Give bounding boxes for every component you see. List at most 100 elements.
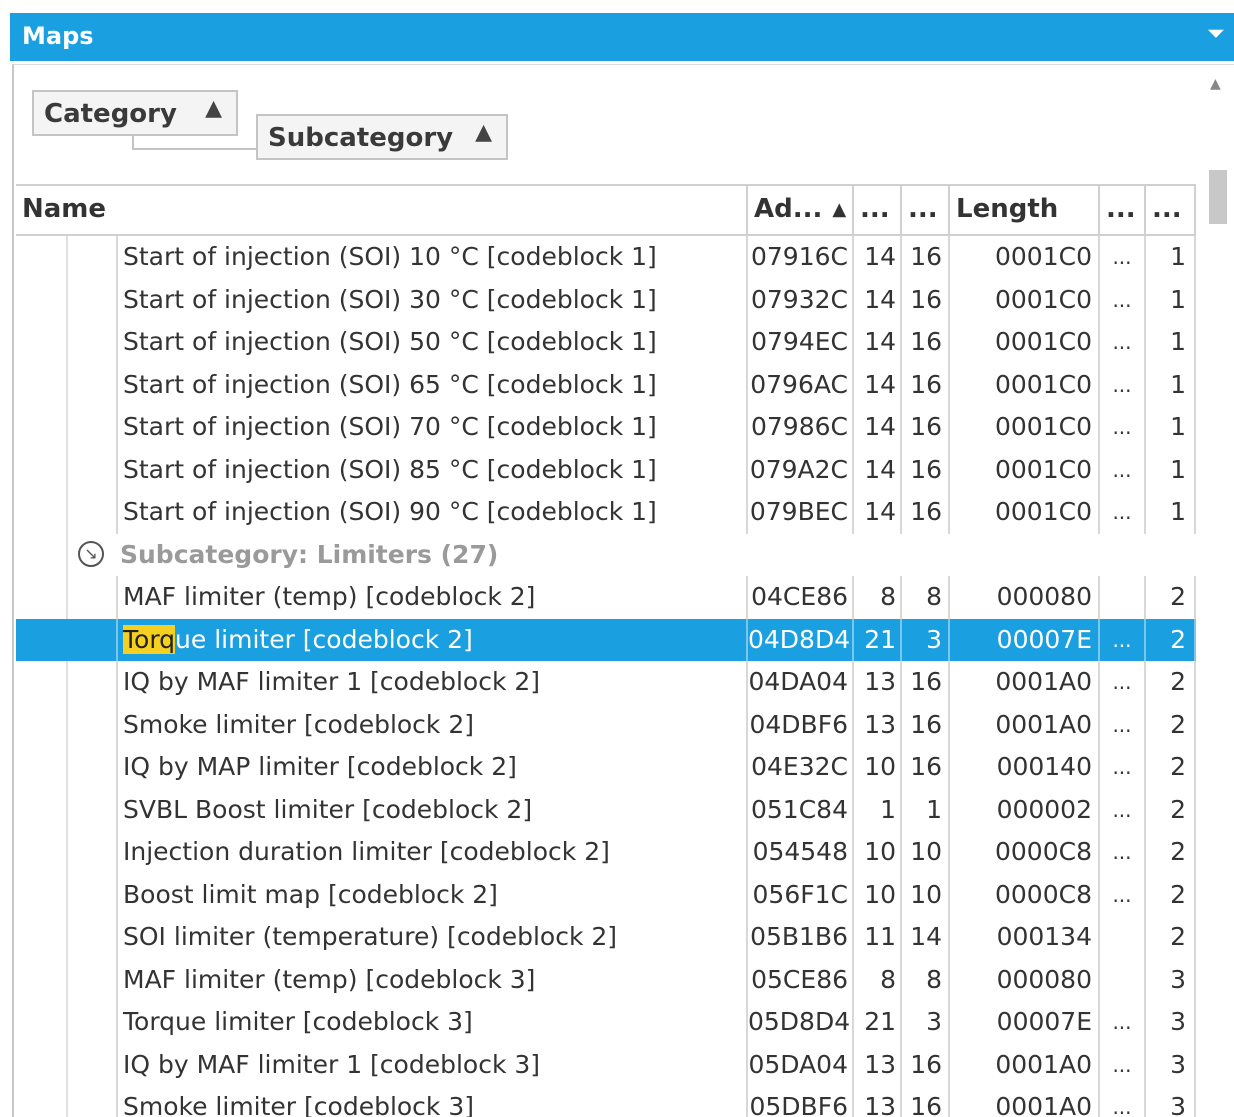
column-header-name[interactable]: Name — [16, 186, 748, 234]
address-cell: 054548 — [748, 831, 854, 874]
table-row[interactable]: Start of injection (SOI) 85 °C [codebloc… — [16, 448, 1196, 491]
group-row-limiters[interactable]: ↘ Subcategory: Limiters (27) — [16, 534, 1196, 577]
column-header-address[interactable]: Ad... ▲ — [748, 186, 854, 234]
col1-cell: 13 — [854, 1043, 902, 1086]
length-cell: 000140 — [950, 746, 1100, 789]
scrollbar-thumb[interactable] — [1209, 170, 1227, 224]
table-row[interactable]: IQ by MAF limiter 1 [codeblock 2] 04DA04 1… — [16, 661, 1196, 704]
col3-cell — [1100, 576, 1146, 619]
table-row[interactable]: Torque limiter [codeblock 2] 04D8D4 21 3 000… — [16, 618, 1196, 661]
length-cell: 000080 — [950, 576, 1100, 619]
address-cell: 05CE86 — [748, 958, 854, 1001]
address-cell: 04E32C — [748, 746, 854, 789]
address-cell: 0794EC — [748, 321, 854, 364]
col2-cell: 10 — [902, 873, 950, 916]
map-name-cell: Torque limiter [codeblock 3] — [116, 1001, 748, 1044]
table-row[interactable]: Start of injection (SOI) 30 °C [codebloc… — [16, 278, 1196, 321]
table-row[interactable]: Injection duration limiter [codeblock 2]… — [16, 831, 1196, 874]
col1-cell: 14 — [854, 491, 902, 534]
column-header-label: ... — [860, 194, 890, 224]
col2-cell: 16 — [902, 746, 950, 789]
col1-cell: 10 — [854, 831, 902, 874]
length-cell: 0001C0 — [950, 278, 1100, 321]
group-chip-category[interactable]: Category ▲ — [32, 90, 238, 136]
col4-cell: 1 — [1146, 406, 1196, 449]
address-cell: 05DBF6 — [748, 1086, 854, 1117]
group-chip-subcategory[interactable]: Subcategory ▲ — [256, 114, 508, 160]
sort-ascending-icon: ▲ — [205, 96, 222, 121]
col4-cell: 1 — [1146, 278, 1196, 321]
col1-cell: 14 — [854, 406, 902, 449]
col2-cell: 16 — [902, 491, 950, 534]
col2-cell: 16 — [902, 1086, 950, 1117]
address-cell: 0796AC — [748, 363, 854, 406]
length-cell: 0001A0 — [950, 661, 1100, 704]
col4-cell: 1 — [1146, 236, 1196, 279]
length-cell: 000002 — [950, 788, 1100, 831]
col3-cell: ... — [1100, 703, 1146, 746]
column-header-col1[interactable]: ... — [854, 186, 902, 234]
length-cell: 0001C0 — [950, 491, 1100, 534]
col4-cell: 2 — [1146, 661, 1196, 704]
column-header-col3[interactable]: ... — [1100, 186, 1146, 234]
map-name-cell: Smoke limiter [codeblock 2] — [116, 703, 748, 746]
column-header-col2[interactable]: ... — [902, 186, 950, 234]
table-row[interactable]: Start of injection (SOI) 10 °C [codebloc… — [16, 236, 1196, 279]
collapse-circle-icon[interactable]: ↘ — [78, 540, 104, 567]
length-cell: 0000C8 — [950, 831, 1100, 874]
col3-cell — [1100, 958, 1146, 1001]
maps-grid: Start of injection (SOI) 10 °C [codebloc… — [16, 236, 1196, 1117]
table-row[interactable]: Boost limit map [codeblock 2] 056F1C 10 10 0… — [16, 873, 1196, 916]
table-row[interactable]: MAF limiter (temp) [codeblock 3] 05CE86 8 8… — [16, 958, 1196, 1001]
group-chip-label: Category — [44, 99, 177, 129]
column-header-length[interactable]: Length — [950, 186, 1100, 234]
col1-cell: 1 — [854, 788, 902, 831]
table-row[interactable]: SOI limiter (temperature) [codeblock 2] 0… — [16, 916, 1196, 959]
table-row[interactable]: SVBL Boost limiter [codeblock 2] 051C84 1 1… — [16, 788, 1196, 831]
length-cell: 0000C8 — [950, 873, 1100, 916]
column-header-col4[interactable]: ... — [1146, 186, 1196, 234]
table-row[interactable]: IQ by MAF limiter 1 [codeblock 3] 05DA04 1… — [16, 1043, 1196, 1086]
col2-cell: 16 — [902, 363, 950, 406]
table-row[interactable]: Start of injection (SOI) 65 °C [codebloc… — [16, 363, 1196, 406]
col1-cell: 11 — [854, 916, 902, 959]
col4-cell: 1 — [1146, 448, 1196, 491]
col2-cell: 10 — [902, 831, 950, 874]
col2-cell: 16 — [902, 1043, 950, 1086]
vertical-scrollbar[interactable]: ▲ — [1200, 66, 1234, 1117]
col4-cell: 1 — [1146, 321, 1196, 364]
column-header-label: ... — [908, 194, 938, 224]
table-row[interactable]: Torque limiter [codeblock 3] 05D8D4 21 3 000… — [16, 1001, 1196, 1044]
table-row[interactable]: Smoke limiter [codeblock 2] 04DBF6 13 16 000… — [16, 703, 1196, 746]
col4-cell: 2 — [1146, 788, 1196, 831]
table-row[interactable]: Start of injection (SOI) 90 °C [codebloc… — [16, 491, 1196, 534]
length-cell: 0001C0 — [950, 406, 1100, 449]
length-cell: 0001A0 — [950, 703, 1100, 746]
col2-cell: 14 — [902, 916, 950, 959]
col4-cell: 2 — [1146, 703, 1196, 746]
col2-cell: 16 — [902, 703, 950, 746]
length-cell: 00007E — [950, 618, 1100, 661]
col1-cell: 13 — [854, 661, 902, 704]
table-row[interactable]: Start of injection (SOI) 50 °C [codebloc… — [16, 321, 1196, 364]
col2-cell: 1 — [902, 788, 950, 831]
group-connector — [132, 136, 258, 150]
table-row[interactable]: MAF limiter (temp) [codeblock 2] 04CE86 8 8… — [16, 576, 1196, 619]
col4-cell: 2 — [1146, 576, 1196, 619]
length-cell: 0001C0 — [950, 236, 1100, 279]
table-row[interactable]: Smoke limiter [codeblock 3] 05DBF6 13 16 000… — [16, 1086, 1196, 1117]
length-cell: 00007E — [950, 1001, 1100, 1044]
address-cell: 05B1B6 — [748, 916, 854, 959]
map-name-cell: Start of injection (SOI) 85 °C [codebloc… — [116, 448, 748, 491]
map-name-cell: Start of injection (SOI) 70 °C [codebloc… — [116, 406, 748, 449]
scroll-up-arrow-icon[interactable]: ▲ — [1210, 76, 1221, 92]
sort-ascending-icon: ▲ — [832, 199, 847, 220]
col3-cell: ... — [1100, 746, 1146, 789]
table-row[interactable]: IQ by MAP limiter [codeblock 2] 04E32C 10 1… — [16, 746, 1196, 789]
table-row[interactable]: Start of injection (SOI) 70 °C [codebloc… — [16, 406, 1196, 449]
length-cell: 0001A0 — [950, 1086, 1100, 1117]
panel-titlebar: Maps ⏷ — [10, 13, 1234, 61]
address-cell: 05D8D4 — [748, 1001, 854, 1044]
grid-header: Name Ad... ▲ ... ... Length ... ... — [16, 184, 1196, 236]
pin-icon[interactable]: ⏷ — [1208, 21, 1224, 45]
